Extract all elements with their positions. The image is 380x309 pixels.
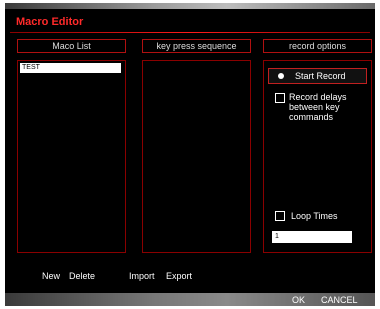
macro-list-panel[interactable]: TEST — [17, 60, 126, 253]
window-top-bar — [5, 3, 375, 9]
macro-list-item[interactable]: TEST — [20, 63, 121, 73]
cancel-button[interactable]: CANCEL — [321, 295, 358, 305]
record-delays-checkbox[interactable] — [275, 93, 285, 103]
loop-times-label: Loop Times — [291, 211, 338, 221]
record-dot-icon — [278, 73, 284, 79]
delete-button[interactable]: Delete — [69, 271, 95, 281]
record-delays-label: Record delays between key commands — [289, 92, 347, 122]
window-bottom-bar — [5, 293, 375, 306]
export-button[interactable]: Export — [166, 271, 192, 281]
window-title: Macro Editor — [16, 16, 84, 28]
key-sequence-header: key press sequence — [142, 39, 251, 53]
macro-list-header: Maco List — [17, 39, 126, 53]
record-options-panel — [263, 60, 372, 253]
start-record-label: Start Record — [295, 71, 346, 81]
key-sequence-panel[interactable] — [142, 60, 251, 253]
loop-times-checkbox[interactable] — [275, 211, 285, 221]
loop-times-input[interactable]: 1 — [272, 231, 352, 243]
record-options-header: record options — [263, 39, 372, 53]
start-record-button[interactable]: Start Record — [268, 68, 367, 84]
import-button[interactable]: Import — [129, 271, 155, 281]
new-button[interactable]: New — [42, 271, 60, 281]
title-divider — [10, 32, 370, 33]
macro-editor-window: Macro Editor Maco List key press sequenc… — [5, 3, 375, 306]
ok-button[interactable]: OK — [292, 295, 305, 305]
